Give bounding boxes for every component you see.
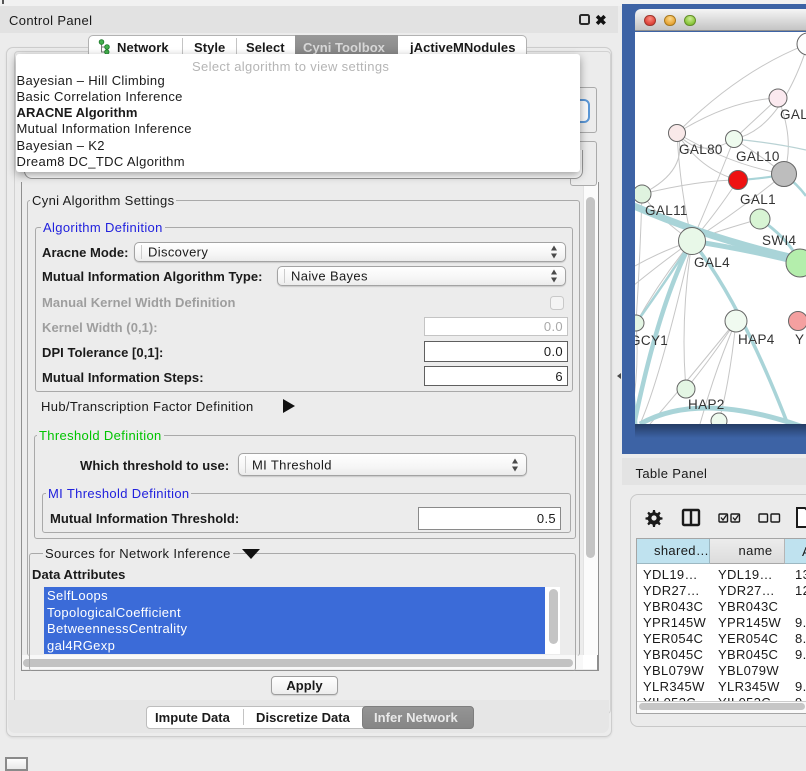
svg-text:GAL11: GAL11 [645, 203, 688, 218]
svg-text:Y: Y [795, 332, 804, 347]
svg-text:SWI4: SWI4 [762, 233, 797, 248]
svg-text:HAP4: HAP4 [738, 332, 775, 347]
svg-text:GAL7: GAL7 [780, 107, 806, 122]
svg-text:GAL4: GAL4 [694, 255, 730, 270]
svg-text:GAL1: GAL1 [740, 192, 776, 207]
svg-text:GAL80: GAL80 [679, 142, 723, 157]
svg-text:GCY1: GCY1 [635, 333, 668, 348]
svg-text:HAP2: HAP2 [688, 397, 725, 412]
svg-text:GAL10: GAL10 [736, 149, 780, 164]
